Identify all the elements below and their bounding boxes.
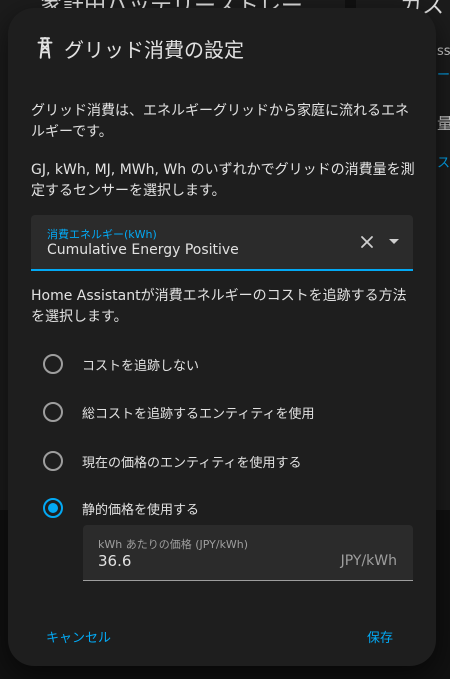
static-price-input[interactable]: kWh あたりの価格 (JPY/kWh) 36.6 JPY/kWh: [83, 525, 413, 581]
price-field-value[interactable]: 36.6: [98, 552, 131, 570]
cost-option-label: 総コストを追跡するエンティティを使用: [82, 406, 315, 422]
cost-option-static-price[interactable]: 静的価格を使用する: [43, 496, 199, 520]
background-right-text-2: 量: [437, 114, 450, 133]
dropdown-arrow-icon[interactable]: [389, 239, 399, 244]
cost-option-price-entity[interactable]: 現在の価格のエンティティを使用する: [43, 449, 301, 473]
energy-sensor-label: 消費エネルギー(kWh): [47, 228, 157, 241]
clear-icon[interactable]: [359, 234, 375, 250]
cancel-button[interactable]: キャンセル: [46, 627, 111, 646]
transmission-tower-icon: [37, 36, 53, 59]
radio-button-checked[interactable]: [43, 498, 63, 518]
cost-option-none[interactable]: コストを追跡しない: [43, 352, 199, 376]
background-right-text-1: ssist: [437, 44, 450, 59]
energy-sensor-select[interactable]: 消費エネルギー(kWh) Cumulative Energy Positive: [31, 215, 413, 271]
dialog-title: グリッド消費の設定: [64, 37, 244, 62]
radio-button[interactable]: [43, 451, 63, 471]
dialog-header: グリッド消費の設定: [32, 34, 244, 62]
cost-option-label: 静的価格を使用する: [82, 502, 200, 518]
sensor-instruction: GJ, kWh, MJ, MWh, Wh のいずれかでグリッドの消費量を測定する…: [31, 162, 415, 199]
cost-option-label: コストを追跡しない: [82, 358, 200, 374]
cost-option-total-entity[interactable]: 総コストを追跡するエンティティを使用: [43, 400, 314, 424]
save-button[interactable]: 保存: [367, 627, 393, 646]
radio-button[interactable]: [43, 354, 63, 374]
background-right-link-2[interactable]: スの: [437, 152, 450, 171]
radio-button[interactable]: [43, 402, 63, 422]
dialog-description: グリッド消費は、エネルギーグリッドから家庭に流れるエネルギーです。: [31, 103, 409, 140]
price-field-label: kWh あたりの価格 (JPY/kWh): [98, 538, 249, 551]
cost-instruction: Home Assistantが消費エネルギーのコストを追跡する方法を選択します。: [31, 288, 407, 325]
cost-option-label: 現在の価格のエンティティを使用する: [82, 455, 302, 471]
background-right-link-1[interactable]: ーニ: [437, 64, 450, 83]
grid-consumption-dialog: グリッド消費の設定 グリッド消費は、エネルギーグリッドから家庭に流れるエネルギー…: [8, 8, 436, 666]
energy-sensor-value: Cumulative Energy Positive: [47, 242, 239, 258]
price-field-suffix: JPY/kWh: [340, 553, 397, 569]
